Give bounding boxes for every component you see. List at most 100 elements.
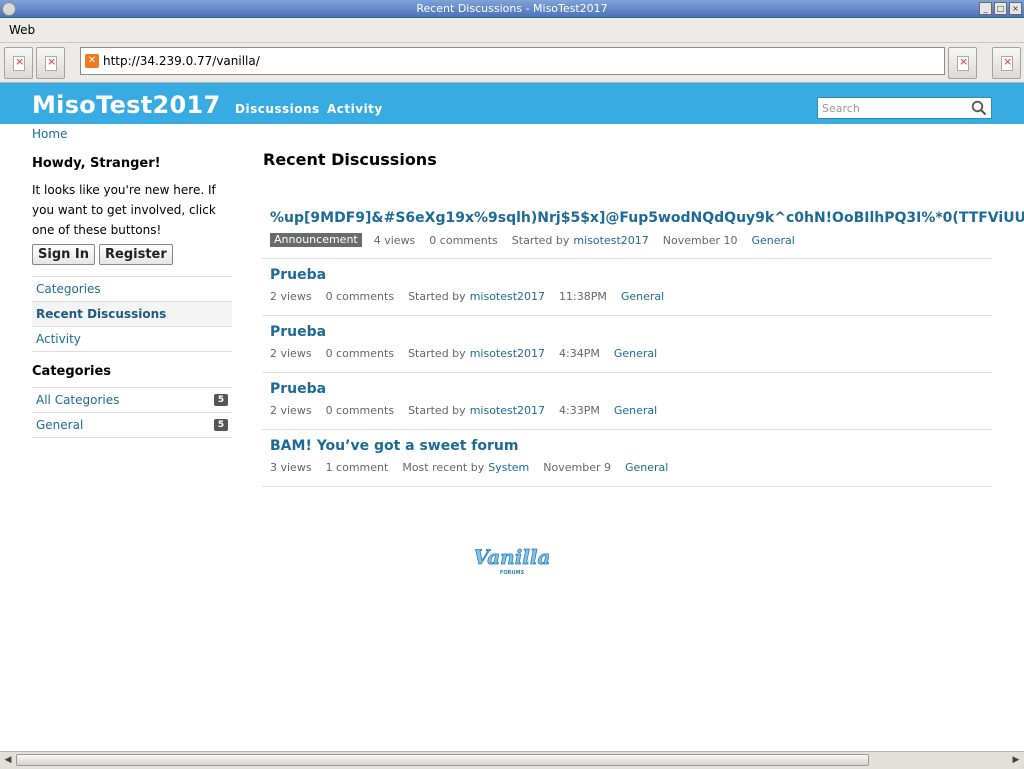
search-icon[interactable] (971, 100, 987, 116)
broken-document-icon (45, 55, 57, 71)
window-titlebar: Recent Discussions - MisoTest2017 _ □ × (0, 0, 1024, 18)
comment-count: 0 comments (325, 290, 395, 303)
discussion-meta: 2 views 0 comments Started by misotest20… (270, 347, 671, 360)
started-label: Started by (408, 290, 466, 303)
window-controls: _ □ × (979, 2, 1022, 15)
address-bar[interactable]: ✕ http://34.239.0.77/vanilla/ (80, 47, 945, 75)
category-link[interactable]: General (614, 404, 657, 417)
discussion-meta: 3 views 1 comment Most recent by System … (270, 461, 682, 474)
discussion-title[interactable]: BAM! You’ve got a sweet forum (270, 438, 518, 454)
discussion-date: November 10 (662, 233, 738, 247)
xampp-favicon-icon: ✕ (85, 54, 99, 68)
menu-web[interactable]: Web (9, 23, 35, 37)
started-label: Started by (408, 347, 466, 360)
category-link[interactable]: General (621, 290, 664, 303)
category-label: General (36, 418, 84, 432)
view-count: 2 views (270, 347, 312, 360)
category-item-all[interactable]: All Categories 5 (32, 388, 232, 413)
comment-count: 0 comments (429, 233, 498, 247)
comment-count: 0 comments (325, 404, 395, 417)
category-label: All Categories (36, 393, 120, 407)
page-title: Recent Discussions (263, 150, 437, 169)
comment-count: 1 comment (325, 461, 389, 474)
address-url[interactable]: http://34.239.0.77/vanilla/ (103, 54, 260, 68)
comment-count: 0 comments (325, 347, 395, 360)
sign-in-button[interactable]: Sign In (32, 244, 95, 265)
forward-button[interactable] (36, 47, 65, 79)
author-link[interactable]: System (488, 461, 529, 474)
discussion-title[interactable]: Prueba (270, 381, 326, 397)
started-label: Most recent by (402, 461, 485, 474)
count-badge: 5 (214, 394, 228, 406)
scroll-right-icon[interactable]: ▶ (1010, 754, 1022, 766)
discussion-item: BAM! You’ve got a sweet forum 3 views 1 … (262, 430, 992, 487)
nav-activity[interactable]: Activity (327, 102, 383, 116)
maximize-icon[interactable]: □ (994, 2, 1007, 15)
sidebar-item-activity[interactable]: Activity (32, 327, 232, 352)
menu-bar: Web (0, 18, 1024, 43)
discussion-item: Prueba 2 views 0 comments Started by mis… (262, 373, 992, 430)
search-input[interactable] (822, 99, 967, 117)
scroll-left-icon[interactable]: ◀ (2, 754, 14, 766)
discussion-date: 4:34PM (559, 347, 600, 360)
stop-button[interactable] (992, 47, 1021, 79)
sidebar-nav: Categories Recent Discussions Activity (32, 276, 232, 352)
breadcrumb-home[interactable]: Home (32, 127, 67, 141)
discussion-date: 4:33PM (559, 404, 600, 417)
intro-text: It looks like you're new here. If you wa… (32, 183, 216, 237)
back-button[interactable] (4, 47, 33, 79)
close-icon[interactable]: × (1009, 2, 1022, 15)
author-link[interactable]: misotest2017 (470, 347, 545, 360)
discussion-list: %up[9MDF9]&#S6eXg19x%9sqlh)Nrj$5$x]@Fup5… (262, 202, 1024, 487)
sidebar-item-recent-discussions[interactable]: Recent Discussions (32, 302, 232, 327)
started-label: Started by (511, 233, 570, 247)
category-link[interactable]: General (625, 461, 668, 474)
logo-word: Vanilla (475, 545, 549, 569)
window-title: Recent Discussions - MisoTest2017 (416, 2, 608, 15)
discussion-item: Prueba 2 views 0 comments Started by mis… (262, 316, 992, 373)
logo-sub: FORUMS (500, 570, 525, 576)
started-label: Started by (408, 404, 466, 417)
discussion-title[interactable]: %up[9MDF9]&#S6eXg19x%9sqlh)Nrj$5$x]@Fup5… (270, 210, 1024, 226)
horizontal-scrollbar[interactable]: ◀ ▶ (0, 751, 1024, 769)
scrollbar-thumb[interactable] (16, 754, 869, 766)
discussion-date: 11:38PM (559, 290, 607, 303)
view-count: 4 views (373, 233, 416, 247)
author-link[interactable]: misotest2017 (470, 290, 545, 303)
discussion-item: %up[9MDF9]&#S6eXg19x%9sqlh)Nrj$5$x]@Fup5… (262, 202, 1024, 259)
reload-button[interactable] (948, 47, 977, 79)
view-count: 2 views (270, 290, 312, 303)
window-menu-icon[interactable] (2, 2, 16, 16)
broken-document-icon (957, 55, 969, 71)
discussion-title[interactable]: Prueba (270, 324, 326, 340)
discussion-item: Prueba 2 views 0 comments Started by mis… (262, 259, 992, 316)
count-badge: 5 (214, 419, 228, 431)
nav-discussions[interactable]: Discussions (235, 102, 320, 116)
discussion-title[interactable]: Prueba (270, 267, 326, 283)
discussion-meta: 2 views 0 comments Started by misotest20… (270, 290, 678, 303)
site-header: MisoTest2017 Discussions Activity (0, 83, 1024, 124)
category-list: All Categories 5 General 5 (32, 387, 232, 438)
category-item-general[interactable]: General 5 (32, 413, 232, 438)
broken-document-icon (13, 55, 25, 71)
search-box (817, 97, 992, 119)
category-link[interactable]: General (752, 234, 795, 247)
view-count: 3 views (270, 461, 312, 474)
author-link[interactable]: misotest2017 (470, 404, 545, 417)
view-count: 2 views (270, 404, 312, 417)
discussion-meta: 2 views 0 comments Started by misotest20… (270, 404, 671, 417)
vanilla-forums-logo[interactable]: Vanilla FORUMS (475, 544, 549, 576)
register-button[interactable]: Register (99, 244, 173, 265)
category-link[interactable]: General (614, 347, 657, 360)
site-brand[interactable]: MisoTest2017 (32, 91, 221, 119)
author-link[interactable]: misotest2017 (573, 234, 648, 247)
categories-heading: Categories (32, 364, 112, 379)
broken-document-icon (1001, 55, 1013, 71)
discussion-date: November 9 (543, 461, 611, 474)
greeting-heading: Howdy, Stranger! (32, 156, 161, 171)
minimize-icon[interactable]: _ (979, 2, 992, 15)
announcement-tag: Announcement (270, 233, 362, 247)
breadcrumb: Home (32, 127, 67, 141)
discussion-meta: Announcement 4 views 0 comments Started … (270, 233, 809, 247)
sidebar-item-categories[interactable]: Categories (32, 277, 232, 302)
